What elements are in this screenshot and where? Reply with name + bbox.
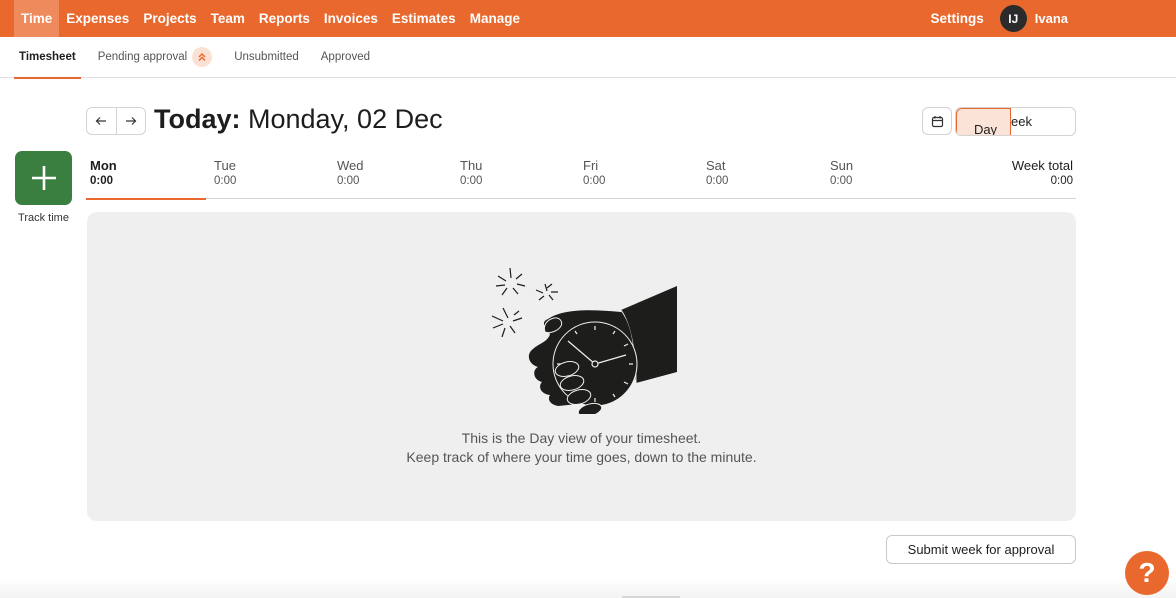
settings-link[interactable]: Settings [930, 11, 983, 26]
nav-manage[interactable]: Manage [463, 0, 527, 37]
tab-label: Pending approval [97, 50, 188, 63]
day-name: Wed [337, 158, 364, 173]
day-tab-tue[interactable]: Tue 0:00 [210, 157, 330, 199]
nav-invoices[interactable]: Invoices [317, 0, 385, 37]
nav-estimates[interactable]: Estimates [385, 0, 463, 37]
title-prefix: Today: [154, 104, 241, 134]
double-chevron-up-icon [192, 47, 213, 67]
tab-label: Unsubmitted [234, 50, 299, 63]
day-name: Tue [214, 158, 236, 173]
next-day-button[interactable] [115, 108, 146, 134]
tab-approved[interactable]: Approved [316, 37, 375, 78]
help-button[interactable]: ? [1125, 551, 1169, 595]
day-view-button[interactable]: Day [956, 108, 1011, 135]
day-total: 0:00 [214, 175, 237, 187]
day-tab-sun[interactable]: Sun 0:00 [826, 157, 946, 199]
user-area: Settings IJ Ivana [930, 0, 1068, 37]
day-name: Sun [830, 158, 854, 173]
plus-icon [31, 166, 56, 190]
day-tab-wed[interactable]: Wed 0:00 [333, 157, 453, 199]
day-name: Sat [706, 158, 726, 173]
day-total: 0:00 [337, 175, 360, 187]
submit-week-button[interactable]: Submit week for approval [886, 535, 1076, 564]
top-navigation: Time Expenses Projects Team Reports Invo… [0, 0, 1176, 37]
previous-day-button[interactable] [87, 108, 116, 134]
week-days: Mon 0:00 Tue 0:00 Wed 0:00 Thu 0:00 Fri … [86, 157, 1076, 200]
track-time-button[interactable] [15, 151, 72, 205]
question-mark-icon: ? [1138, 557, 1156, 588]
week-total-value: 0:00 [1050, 175, 1073, 187]
tab-label: Approved [320, 50, 370, 63]
day-name: Fri [583, 158, 599, 173]
empty-state-panel: This is the Day view of your timesheet. … [87, 212, 1076, 521]
tab-pending-approval[interactable]: Pending approval [93, 37, 218, 78]
arrow-left-icon [95, 117, 107, 125]
title-date: Monday, 02 Dec [240, 104, 443, 134]
day-tab-mon[interactable]: Mon 0:00 [86, 157, 206, 200]
bottom-fade [0, 578, 1176, 598]
date-navigation [86, 107, 146, 135]
tab-label: Timesheet [19, 50, 76, 63]
day-total: 0:00 [830, 175, 853, 187]
arrow-right-icon [125, 117, 137, 125]
day-name: Mon [90, 158, 117, 173]
page-title: Today: Monday, 02 Dec [154, 104, 443, 135]
day-total: 0:00 [460, 175, 483, 187]
hand-holding-stopwatch-illustration [491, 267, 677, 414]
nav-time[interactable]: Time [14, 0, 60, 37]
tab-timesheet[interactable]: Timesheet [14, 37, 81, 79]
calendar-icon [931, 115, 943, 127]
day-name: Thu [460, 158, 483, 173]
nav-reports[interactable]: Reports [252, 0, 317, 37]
sub-navigation: Timesheet Pending approval Unsubmitted A… [0, 37, 1176, 79]
day-total: 0:00 [90, 175, 114, 187]
tab-unsubmitted[interactable]: Unsubmitted [229, 37, 304, 78]
week-total: Week total 0:00 [1012, 157, 1073, 189]
track-time-label: Track time [18, 212, 69, 224]
day-tab-thu[interactable]: Thu 0:00 [456, 157, 576, 199]
nav-expenses[interactable]: Expenses [59, 0, 136, 37]
day-tab-fri[interactable]: Fri 0:00 [579, 157, 699, 199]
day-total: 0:00 [583, 175, 606, 187]
nav-team[interactable]: Team [204, 0, 252, 37]
user-name[interactable]: Ivana [1035, 11, 1068, 26]
week-total-label: Week total [1011, 158, 1073, 173]
empty-state-message: This is the Day view of your timesheet. … [87, 429, 1076, 467]
avatar[interactable]: IJ [999, 5, 1027, 32]
empty-state-line-1: This is the Day view of your timesheet. [461, 430, 702, 446]
nav-projects[interactable]: Projects [136, 0, 203, 37]
calendar-button[interactable] [922, 107, 952, 135]
day-total: 0:00 [706, 175, 729, 187]
empty-state-line-2: Keep track of where your time goes, down… [406, 449, 757, 465]
day-tab-sat[interactable]: Sat 0:00 [702, 157, 822, 199]
view-toggle: Day Week [955, 107, 1076, 136]
